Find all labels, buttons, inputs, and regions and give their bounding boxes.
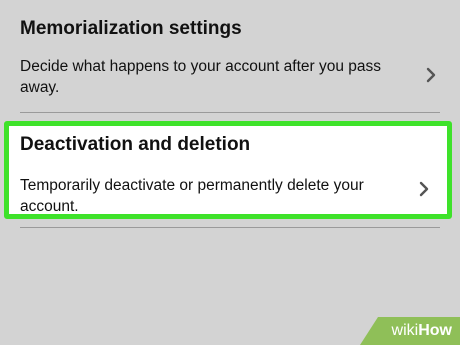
memorialization-description: Decide what happens to your account afte… [20,58,382,96]
deactivation-description: Temporarily deactivate or permanently de… [20,177,364,215]
chevron-right-icon [420,64,442,86]
divider [20,227,440,228]
chevron-right-icon [413,178,435,200]
deactivation-and-deletion-item[interactable]: Deactivation and deletion Temporarily de… [4,121,452,219]
memorialization-settings-item[interactable]: Memorialization settings Decide what hap… [0,0,460,112]
divider [20,112,440,113]
memorialization-title: Memorialization settings [20,18,242,39]
wikihow-watermark: wiki How [360,317,460,345]
watermark-wiki: wiki [391,322,419,339]
deactivation-title: Deactivation and deletion [20,134,251,155]
watermark-how: How [418,322,452,339]
